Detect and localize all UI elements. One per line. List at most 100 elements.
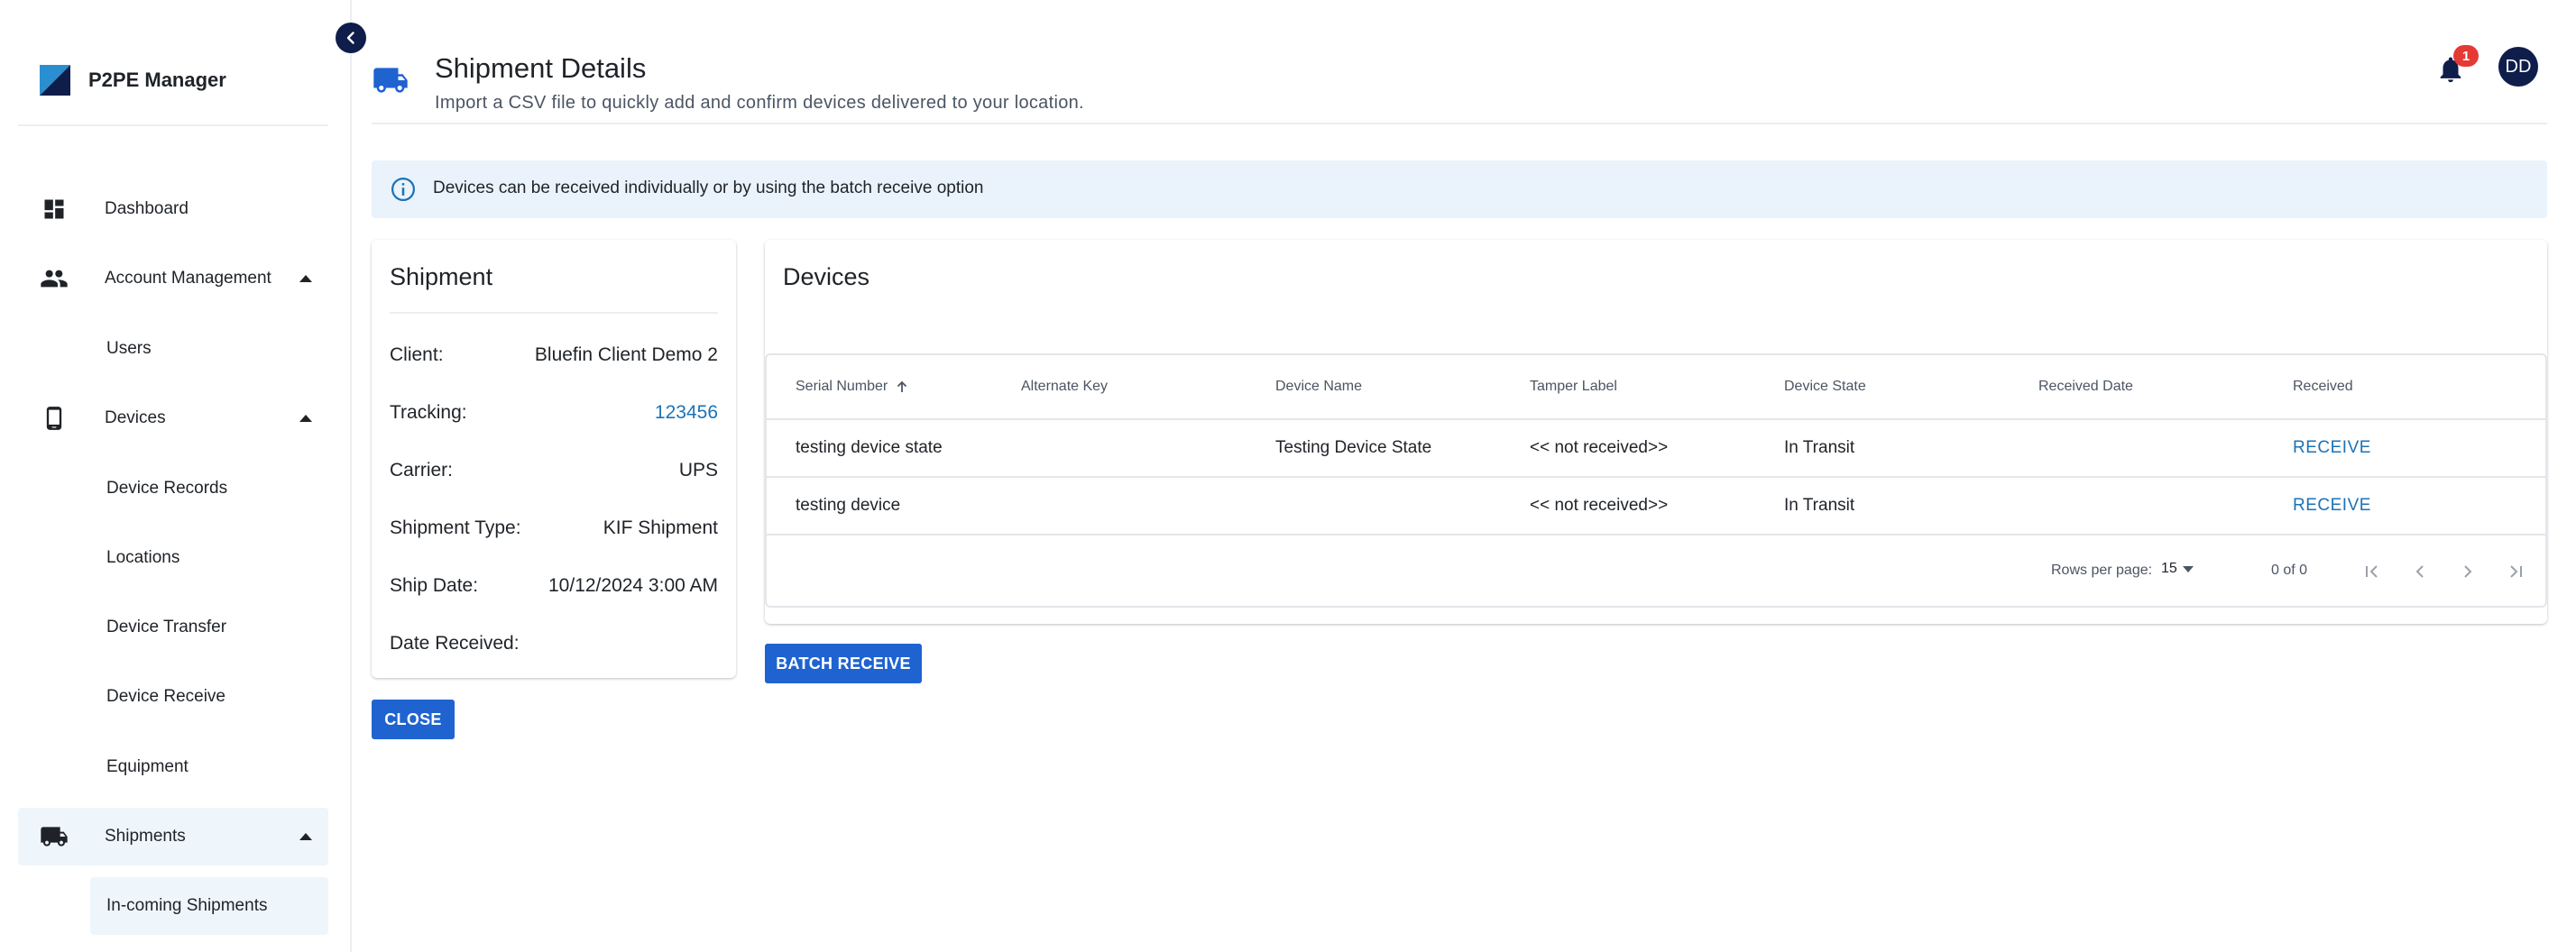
devices-table: Serial Number Alternate Key Device Name … bbox=[765, 353, 2547, 608]
avatar[interactable]: DD bbox=[2498, 47, 2538, 87]
dashboard-icon bbox=[40, 195, 69, 224]
receive-button[interactable]: RECEIVE bbox=[2293, 438, 2371, 458]
sidebar-item-label: Equipment bbox=[106, 757, 189, 776]
column-header-alternate-key[interactable]: Alternate Key bbox=[1021, 379, 1108, 395]
cell-tamper-label: << not received>> bbox=[1530, 496, 1669, 515]
table-row: testing device state Testing Device Stat… bbox=[767, 420, 2545, 478]
field-date-received: Date Received: bbox=[390, 629, 718, 658]
card-divider bbox=[390, 312, 718, 314]
rows-per-page-value: 15 bbox=[2161, 561, 2177, 576]
sidebar-item-label: Device Records bbox=[106, 479, 228, 498]
devices-card-title: Devices bbox=[783, 263, 870, 290]
brand-name: P2PE Manager bbox=[88, 69, 226, 91]
table-pagination: Rows per page: 15 0 of 0 bbox=[767, 536, 2545, 606]
truck-icon bbox=[40, 822, 69, 851]
sidebar: P2PE Manager Dashboard Account Managemen… bbox=[0, 0, 352, 952]
sidebar-item-dashboard[interactable]: Dashboard bbox=[18, 180, 328, 238]
sidebar-item-users[interactable]: Users bbox=[90, 320, 328, 378]
field-value: Bluefin Client Demo 2 bbox=[534, 344, 718, 365]
close-button[interactable]: CLOSE bbox=[372, 700, 455, 739]
truck-icon bbox=[373, 68, 408, 93]
phone-icon bbox=[40, 404, 69, 433]
table-row: testing device << not received>> In Tran… bbox=[767, 478, 2545, 536]
rows-per-page-select[interactable]: 15 bbox=[2161, 561, 2194, 577]
field-label: Ship Date: bbox=[390, 575, 479, 596]
caret-up-icon bbox=[299, 415, 312, 422]
field-carrier: Carrier: UPS bbox=[390, 456, 718, 485]
cell-device-name: Testing Device State bbox=[1275, 438, 1432, 457]
page-title: Shipment Details bbox=[435, 52, 647, 84]
header-divider bbox=[372, 123, 2547, 124]
field-label: Tracking: bbox=[390, 402, 467, 423]
sidebar-item-devices[interactable]: Devices bbox=[18, 389, 328, 447]
caret-up-icon bbox=[299, 275, 312, 282]
sidebar-item-device-records[interactable]: Device Records bbox=[90, 460, 328, 517]
first-page-button[interactable] bbox=[2356, 555, 2388, 588]
receive-button[interactable]: RECEIVE bbox=[2293, 496, 2371, 516]
p2pe-logo-icon bbox=[40, 65, 70, 96]
column-header-label: Serial Number bbox=[796, 379, 888, 394]
sidebar-item-shipments[interactable]: Shipments bbox=[18, 808, 328, 865]
chevron-left-icon bbox=[346, 32, 354, 44]
chevron-right-icon bbox=[2464, 565, 2472, 578]
field-ship-date: Ship Date: 10/12/2024 3:00 AM bbox=[390, 572, 718, 600]
field-value: UPS bbox=[678, 460, 718, 481]
sidebar-item-device-transfer[interactable]: Device Transfer bbox=[90, 599, 328, 656]
caret-up-icon bbox=[299, 833, 312, 840]
info-icon bbox=[391, 178, 415, 201]
field-shipment-type: Shipment Type: KIF Shipment bbox=[390, 514, 718, 543]
info-banner-text: Devices can be received individually or … bbox=[433, 178, 984, 197]
notification-badge: 1 bbox=[2453, 45, 2479, 67]
shipment-card: Shipment Client: Bluefin Client Demo 2 T… bbox=[372, 240, 736, 678]
pagination-range: 0 of 0 bbox=[2271, 563, 2308, 578]
sidebar-item-label: Devices bbox=[105, 408, 166, 427]
cell-device-state: In Transit bbox=[1784, 438, 1855, 457]
column-header-device-name[interactable]: Device Name bbox=[1275, 379, 1362, 395]
column-header-received[interactable]: Received bbox=[2293, 379, 2353, 395]
last-page-button[interactable] bbox=[2499, 555, 2532, 588]
cell-device-state: In Transit bbox=[1784, 496, 1855, 515]
sidebar-item-equipment[interactable]: Equipment bbox=[90, 738, 328, 796]
chevron-left-icon bbox=[2415, 565, 2424, 578]
field-tracking: Tracking: 123456 bbox=[390, 398, 718, 427]
sidebar-item-label: Shipments bbox=[105, 827, 186, 846]
table-header: Serial Number Alternate Key Device Name … bbox=[767, 355, 2545, 420]
field-label: Client: bbox=[390, 344, 444, 365]
sidebar-item-label: Device Receive bbox=[106, 687, 225, 706]
devices-card: Devices Serial Number Alternate Key Devi… bbox=[765, 240, 2547, 624]
last-page-icon bbox=[2510, 565, 2522, 578]
sidebar-item-label: In-coming Shipments bbox=[106, 896, 268, 915]
sidebar-item-locations[interactable]: Locations bbox=[90, 529, 328, 587]
field-value: 10/12/2024 3:00 AM bbox=[548, 575, 718, 596]
sidebar-item-incoming-shipments[interactable]: In-coming Shipments bbox=[90, 877, 328, 935]
cell-tamper-label: << not received>> bbox=[1530, 438, 1669, 457]
column-header-device-state[interactable]: Device State bbox=[1784, 379, 1866, 395]
next-page-button[interactable] bbox=[2452, 555, 2484, 588]
caret-down-icon bbox=[2182, 565, 2194, 572]
field-value: KIF Shipment bbox=[603, 517, 718, 538]
sidebar-item-account-management[interactable]: Account Management bbox=[18, 250, 328, 307]
shipment-card-title: Shipment bbox=[390, 263, 493, 290]
field-label: Shipment Type: bbox=[390, 517, 521, 538]
column-header-received-date[interactable]: Received Date bbox=[2038, 379, 2133, 395]
people-icon bbox=[40, 264, 69, 293]
field-client: Client: Bluefin Client Demo 2 bbox=[390, 341, 718, 370]
sidebar-item-device-receive[interactable]: Device Receive bbox=[90, 668, 328, 726]
first-page-icon bbox=[2366, 565, 2378, 578]
sidebar-divider bbox=[18, 124, 328, 126]
field-label: Carrier: bbox=[390, 460, 454, 481]
sidebar-item-label: Dashboard bbox=[105, 199, 189, 218]
brand[interactable]: P2PE Manager bbox=[40, 65, 226, 96]
previous-page-button[interactable] bbox=[2404, 555, 2436, 588]
sidebar-item-label: Users bbox=[106, 339, 152, 358]
batch-receive-button[interactable]: BATCH RECEIVE bbox=[765, 644, 922, 683]
sidebar-item-label: Device Transfer bbox=[106, 618, 227, 636]
column-header-serial-number[interactable]: Serial Number bbox=[796, 379, 909, 395]
rows-per-page-label: Rows per page: bbox=[2051, 563, 2153, 578]
field-label: Date Received: bbox=[390, 633, 520, 654]
sidebar-item-label: Locations bbox=[106, 548, 180, 567]
column-header-tamper-label[interactable]: Tamper Label bbox=[1530, 379, 1617, 395]
tracking-link[interactable]: 123456 bbox=[655, 402, 718, 424]
info-banner: Devices can be received individually or … bbox=[372, 160, 2547, 218]
collapse-sidebar-button[interactable] bbox=[336, 23, 366, 53]
